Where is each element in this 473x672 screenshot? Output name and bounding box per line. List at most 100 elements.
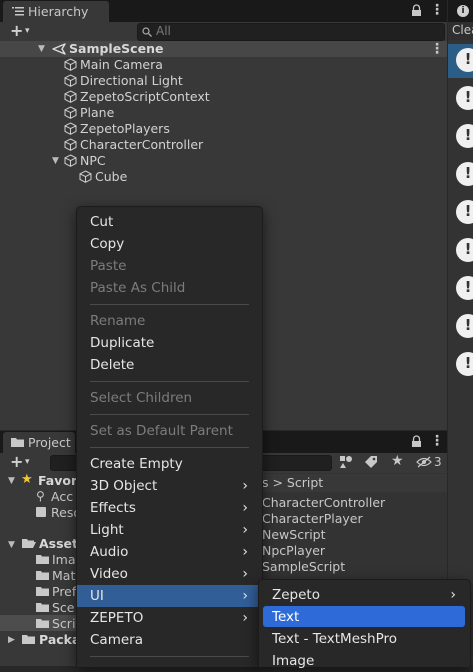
info-icon[interactable]: i [457, 5, 469, 17]
menu-item-label: Effects [90, 500, 136, 516]
packages-label[interactable]: Packa [39, 632, 80, 647]
folder-materials[interactable]: Mat [52, 568, 75, 583]
hierarchy-item-character-controller[interactable]: CharacterController [64, 137, 203, 153]
menu-separator [90, 304, 249, 305]
folder-scenes[interactable]: Sce [52, 600, 75, 615]
breadcrumb-path[interactable]: s > Script [262, 475, 323, 490]
submenu-item-text[interactable]: Text [259, 606, 470, 628]
chevron-right-icon: › [242, 544, 248, 560]
menu-item-paste-as-child: Paste As Child [90, 280, 186, 296]
menu-item-effects[interactable]: Effects › [77, 497, 262, 519]
clear-button[interactable]: Clea [452, 23, 473, 37]
assets-expand-icon[interactable]: ▼ [8, 538, 15, 552]
menu-separator [90, 656, 249, 657]
menu-item-ui[interactable]: UI › [77, 585, 262, 607]
menu-item-zepeto[interactable]: ZEPETO › [77, 607, 262, 629]
menu-separator [90, 381, 249, 382]
folder-prefabs[interactable]: Pref [52, 584, 76, 599]
menu-item-duplicate[interactable]: Duplicate [77, 332, 262, 354]
ui-submenu: Zepeto › Text Text - TextMeshPro Image [258, 579, 471, 669]
search-icon: ⚲ [36, 489, 45, 503]
project-tab[interactable]: Project [3, 432, 75, 453]
project-add-dropdown-icon[interactable]: ▾ [25, 455, 30, 469]
hierarchy-item-main-camera[interactable]: Main Camera [64, 57, 163, 73]
lock-icon[interactable] [411, 4, 422, 17]
folder-icon [36, 571, 49, 580]
menu-item-camera[interactable]: Camera [77, 629, 262, 651]
submenu-item-image[interactable]: Image [259, 650, 470, 672]
hierarchy-list-icon [12, 7, 24, 16]
warning-icon: ! [456, 238, 473, 262]
hierarchy-more-icon[interactable]: ⋮ [430, 2, 444, 18]
chevron-right-icon: › [450, 587, 456, 603]
menu-item-label: Video [90, 566, 128, 582]
filter-by-type-icon[interactable] [339, 455, 353, 469]
warning-icon: ! [456, 86, 473, 110]
file-item[interactable]: CharacterPlayer [262, 511, 363, 526]
project-add-icon[interactable]: + [10, 453, 23, 471]
favorites-folder-icon [36, 507, 46, 517]
hierarchy-item-zepeto-players[interactable]: ZepetoPlayers [64, 121, 170, 137]
hierarchy-item-zepeto-script-context[interactable]: ZepetoScriptContext [64, 89, 210, 105]
add-icon[interactable]: + [10, 22, 23, 40]
menu-item-audio[interactable]: Audio › [77, 541, 262, 563]
chevron-right-icon: › [242, 610, 248, 626]
submenu-item-text-tmp[interactable]: Text - TextMeshPro [259, 628, 470, 650]
file-item[interactable]: NewScript [262, 527, 326, 542]
open-folder-icon [22, 539, 36, 548]
assets-label[interactable]: Asset [39, 536, 78, 551]
menu-item-delete[interactable]: Delete [77, 354, 262, 376]
scene-name: SampleScene [69, 41, 164, 56]
hierarchy-search-input[interactable]: All [137, 23, 445, 41]
folder-icon [36, 603, 49, 612]
gameobject-cube-icon [64, 154, 77, 167]
warning-icon: ! [456, 200, 473, 224]
hierarchy-tab[interactable]: Hierarchy [3, 1, 109, 22]
file-item[interactable]: SampleScript [262, 559, 345, 574]
npc-expand-icon[interactable]: ▼ [52, 153, 59, 169]
menu-separator [90, 447, 249, 448]
warning-icon: ! [456, 314, 473, 338]
search-placeholder: All [156, 24, 171, 38]
file-item[interactable]: CharacterController [262, 495, 385, 510]
chevron-right-icon: › [242, 478, 248, 494]
hierarchy-item-npc[interactable]: NPC [64, 153, 106, 169]
hidden-count-badge: 3 [434, 455, 442, 469]
menu-item-copy[interactable]: Copy [77, 233, 262, 255]
scene-row[interactable] [0, 41, 447, 57]
add-dropdown-icon[interactable]: ▾ [25, 24, 30, 38]
menu-item-light[interactable]: Light › [77, 519, 262, 541]
warning-icon: ! [456, 352, 473, 376]
menu-item-3d-object[interactable]: 3D Object › [77, 475, 262, 497]
project-more-icon[interactable]: ⋮ [430, 433, 444, 449]
favorites-label[interactable]: Favori [38, 473, 81, 488]
folder-icon [36, 555, 49, 564]
scene-expand-icon[interactable]: ▼ [38, 41, 45, 57]
hierarchy-item-plane[interactable]: Plane [64, 105, 114, 121]
unity-scene-icon [52, 43, 66, 55]
packages-expand-icon[interactable]: ▶ [8, 633, 15, 647]
hierarchy-item-cube[interactable]: Cube [79, 169, 127, 185]
menu-item-paste: Paste [90, 258, 127, 274]
favorites-expand-icon[interactable]: ▼ [8, 474, 15, 488]
warning-icon: ! [456, 276, 473, 300]
favorite-star-icon[interactable]: ★ [391, 452, 404, 470]
menu-item-create-empty[interactable]: Create Empty [77, 453, 262, 475]
folder-scripts[interactable]: Scri [52, 616, 75, 631]
gameobject-cube-icon [64, 74, 77, 87]
warning-icon: ! [456, 124, 473, 148]
file-item[interactable]: NpcPlayer [262, 543, 325, 558]
hierarchy-item-directional-light[interactable]: Directional Light [64, 73, 183, 89]
lock-icon[interactable] [411, 435, 422, 448]
scene-more-icon[interactable]: ⋮ [430, 41, 444, 57]
menu-item-video[interactable]: Video › [77, 563, 262, 585]
gameobject-cube-icon [64, 138, 77, 151]
favorites-item-all-materials[interactable]: Acc [51, 489, 73, 504]
project-breadcrumb: s > Script [262, 474, 447, 492]
submenu-item-label: Zepeto [272, 587, 320, 603]
hidden-eye-icon[interactable] [416, 456, 432, 468]
filter-by-label-icon[interactable] [364, 455, 378, 469]
chevron-right-icon: › [242, 500, 248, 516]
menu-item-cut[interactable]: Cut [77, 211, 262, 233]
submenu-item-zepeto[interactable]: Zepeto › [259, 584, 470, 606]
